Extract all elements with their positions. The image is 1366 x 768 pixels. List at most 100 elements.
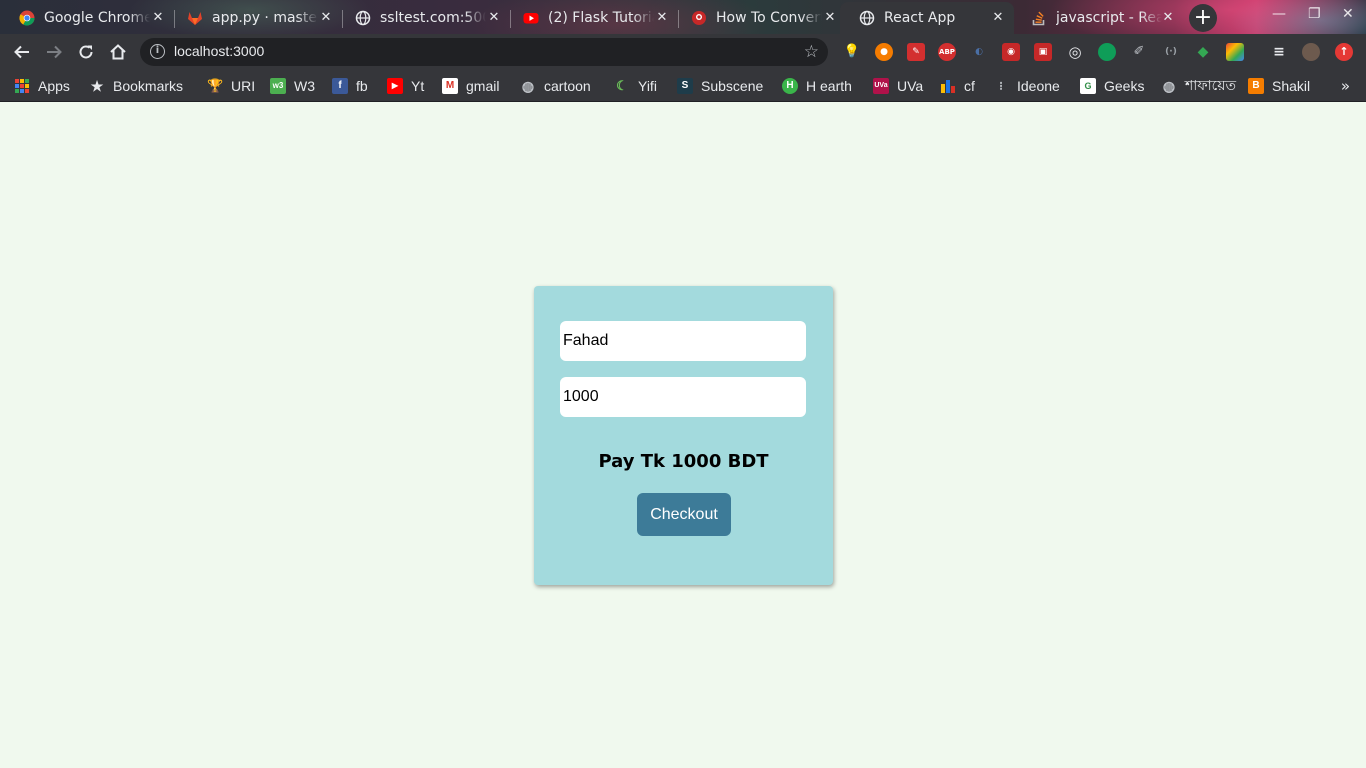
amount-input[interactable]: [560, 377, 806, 417]
reload-button[interactable]: [74, 40, 98, 64]
youtube-icon: [523, 10, 539, 26]
new-badge-extension-icon[interactable]: ▣: [1034, 43, 1052, 61]
camera-extension-icon[interactable]: ◉: [1002, 43, 1020, 61]
tab-strip: Google Chrome ✕ app.py · master ✕ ssltes…: [0, 0, 1366, 34]
globe-icon: ◍: [1162, 78, 1176, 94]
tab-react-app[interactable]: React App ✕: [840, 2, 1014, 34]
tab-app-py[interactable]: app.py · master ✕: [168, 2, 343, 34]
maximize-icon[interactable]: ❐: [1308, 6, 1321, 22]
forward-button[interactable]: [42, 40, 66, 64]
bookmark-hackerearth[interactable]: H H earth: [782, 77, 852, 95]
close-tab-icon[interactable]: ✕: [486, 10, 502, 26]
bookmark-star-icon[interactable]: ☆: [804, 42, 819, 62]
checkout-button[interactable]: Checkout: [637, 493, 731, 536]
bookmark-uva[interactable]: UVa UVa: [873, 77, 923, 95]
name-input[interactable]: [560, 321, 806, 361]
browser-toolbar: i localhost:3000 ☆ 💡 ● ✎ ABP ◐ ◉ ▣ ◎ ✐ (…: [0, 34, 1366, 70]
globe-icon: [355, 10, 371, 26]
bookmark-shakil[interactable]: B Shakil: [1248, 77, 1310, 95]
youtube-icon: ▶: [387, 78, 403, 94]
address-url[interactable]: localhost:3000: [174, 43, 264, 59]
reload-icon: [79, 45, 93, 59]
tab-flask-tutorial[interactable]: (2) Flask Tutorial ✕: [504, 2, 679, 34]
tab-title: javascript - React: [1056, 10, 1162, 26]
blogger-icon: B: [1248, 78, 1264, 94]
tab-how-to-convert[interactable]: How To Convert ✕: [672, 2, 846, 34]
address-bar[interactable]: i localhost:3000 ☆: [140, 38, 828, 66]
diamond-extension-icon[interactable]: ◆: [1194, 43, 1212, 61]
bookmark-yifi[interactable]: ☾ Yifi: [614, 77, 657, 95]
hackerearth-icon: H: [782, 78, 798, 94]
star-icon: ★: [90, 78, 104, 94]
tab-ssltest[interactable]: ssltest.com:5000 ✕: [336, 2, 511, 34]
close-tab-icon[interactable]: ✕: [990, 10, 1006, 26]
bookmark-cf[interactable]: cf: [940, 77, 975, 95]
geeksforgeeks-icon: G: [1080, 78, 1096, 94]
back-button[interactable]: [10, 40, 34, 64]
lens-extension-icon[interactable]: ◐: [970, 43, 988, 61]
more-bookmarks-icon[interactable]: »: [1341, 77, 1350, 95]
close-tab-icon[interactable]: ✕: [822, 10, 838, 26]
lightbulb-extension-icon[interactable]: 💡: [843, 43, 861, 61]
close-window-icon[interactable]: ✕: [1342, 6, 1354, 22]
tab-title: ssltest.com:5000: [380, 10, 486, 26]
tab-title: (2) Flask Tutorial: [548, 10, 654, 26]
close-tab-icon[interactable]: ✕: [150, 10, 166, 26]
tab-google-chrome[interactable]: Google Chrome ✕: [0, 2, 175, 34]
palette-extension-icon[interactable]: [1226, 43, 1244, 61]
close-tab-icon[interactable]: ✕: [654, 10, 670, 26]
new-tab-button[interactable]: +: [1189, 4, 1217, 32]
colorzilla-extension-icon[interactable]: ✎: [907, 43, 925, 61]
chrome-icon: [19, 10, 35, 26]
target-extension-icon[interactable]: ◎: [1066, 43, 1084, 61]
pay-amount-text: Pay Tk 1000 BDT: [598, 451, 769, 472]
stackoverflow-icon: [1031, 10, 1047, 26]
w3schools-icon: w3: [270, 78, 286, 94]
back-arrow-icon: [14, 45, 29, 59]
tab-javascript-react[interactable]: javascript - React ✕: [1012, 2, 1184, 34]
bookmarks-bar: Apps ★ Bookmarks 🏆 URI w3 W3 f fb ▶ Yt M…: [0, 70, 1366, 102]
close-tab-icon[interactable]: ✕: [1160, 10, 1176, 26]
bookmark-subscene[interactable]: S Subscene: [677, 77, 763, 95]
green-dot-extension-icon[interactable]: [1098, 43, 1116, 61]
profile-avatar[interactable]: [1302, 43, 1320, 61]
yifi-icon: ☾: [616, 78, 628, 93]
globe-icon: ◍: [521, 78, 535, 94]
home-icon: [110, 44, 126, 60]
fire-extension-icon[interactable]: ●: [875, 43, 893, 61]
bookmark-bookmarks[interactable]: ★ Bookmarks: [89, 77, 183, 95]
uva-icon: UVa: [873, 78, 889, 94]
bookmark-w3[interactable]: w3 W3: [270, 77, 315, 95]
bookmark-shafaet[interactable]: ◍ শাফায়েত: [1161, 77, 1236, 95]
pen-extension-icon[interactable]: ✐: [1130, 43, 1148, 61]
bookmark-uri[interactable]: 🏆 URI: [207, 77, 255, 95]
home-button[interactable]: [106, 40, 130, 64]
media-queue-icon[interactable]: ≡: [1270, 43, 1288, 61]
tab-title: app.py · master: [212, 10, 318, 26]
gitlab-icon: [187, 10, 203, 26]
subscene-icon: S: [677, 78, 693, 94]
checkout-card: Pay Tk 1000 BDT Checkout: [534, 286, 833, 585]
globe-icon: [859, 10, 875, 26]
tab-title: React App: [884, 10, 956, 26]
close-tab-icon[interactable]: ✕: [318, 10, 334, 26]
minimize-icon[interactable]: —: [1272, 6, 1286, 22]
bookmark-cartoon[interactable]: ◍ cartoon: [520, 77, 591, 95]
bookmark-fb[interactable]: f fb: [332, 77, 368, 95]
trophy-icon: 🏆: [207, 78, 224, 93]
bookmark-ideone[interactable]: ⁝ Ideone: [993, 77, 1060, 95]
bookmark-gmail[interactable]: M gmail: [442, 77, 499, 95]
facebook-icon: f: [332, 78, 348, 94]
forward-arrow-icon: [47, 45, 62, 59]
apps-grid-icon: [14, 78, 30, 94]
tab-title: How To Convert: [716, 10, 822, 26]
code-extension-icon[interactable]: (·): [1162, 43, 1180, 61]
bookmark-apps[interactable]: Apps: [14, 77, 70, 95]
adblock-plus-icon[interactable]: ABP: [938, 43, 956, 61]
update-icon[interactable]: ↑: [1335, 43, 1353, 61]
bookmark-geeks[interactable]: G Geeks: [1080, 77, 1144, 95]
site-info-icon[interactable]: i: [150, 44, 165, 59]
bookmark-yt[interactable]: ▶ Yt: [387, 77, 424, 95]
gmail-icon: M: [442, 78, 458, 94]
page-content: Pay Tk 1000 BDT Checkout: [0, 103, 1366, 768]
